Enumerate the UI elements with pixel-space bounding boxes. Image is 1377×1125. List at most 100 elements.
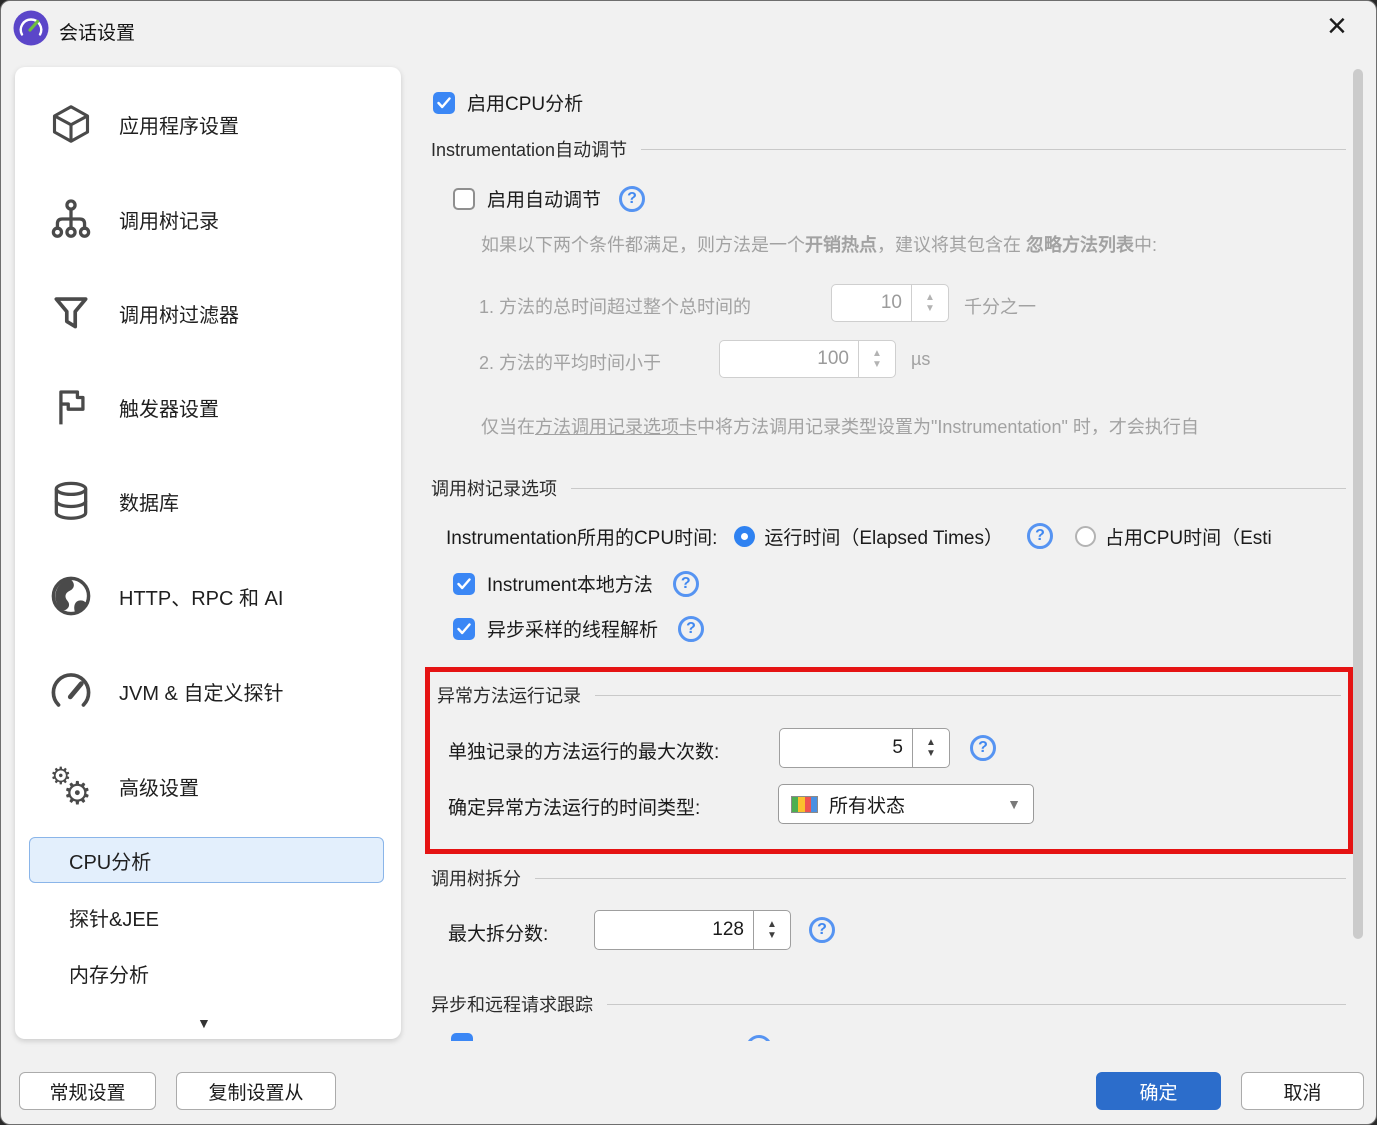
call-tree-icon: [49, 197, 93, 241]
condition1-label: 1. 方法的总时间超过整个总时间的: [479, 293, 751, 319]
sidebar-subitem-probes-jee[interactable]: 探针&JEE: [69, 903, 159, 932]
condition1-spinner: 10 ▲▼: [831, 284, 949, 322]
max-splits-label: 最大拆分数:: [448, 919, 548, 946]
help-icon[interactable]: ?: [1027, 523, 1053, 549]
instrument-native-checkbox[interactable]: [453, 573, 475, 595]
section-divider: [641, 149, 1346, 150]
help-icon[interactable]: ?: [619, 186, 645, 212]
spinner-down-icon: ▼: [925, 303, 935, 315]
async-thread-resolution-label[interactable]: 异步采样的线程解析: [487, 615, 658, 642]
enable-auto-tuning-row: 启用自动调节 ?: [453, 185, 645, 212]
dialog-title: 会话设置: [59, 18, 135, 45]
spinner-value[interactable]: 5: [780, 729, 912, 767]
section-exceptional-method-runs: 异常方法运行记录: [437, 682, 1341, 708]
section-title: 异步和远程请求跟踪: [431, 991, 593, 1017]
sidebar-item-http-rpc-ai[interactable]: HTTP、RPC 和 AI: [15, 574, 401, 618]
close-icon[interactable]: ×: [1327, 9, 1347, 43]
database-icon: [49, 479, 93, 523]
sidebar-item-application-settings[interactable]: 应用程序设置: [15, 102, 401, 146]
sidebar-item-label: JVM & 自定义探针: [119, 677, 283, 706]
cpu-time-label: Instrumentation所用的CPU时间:: [446, 523, 717, 550]
thread-states-color-icon: [791, 796, 818, 813]
sidebar-item-advanced-settings[interactable]: ⚙ ⚙ 高级设置: [15, 764, 401, 808]
sidebar-item-label: 数据库: [119, 487, 179, 516]
sidebar-item-call-tree-recording[interactable]: 调用树记录: [15, 197, 401, 241]
flag-icon: [49, 385, 93, 429]
settings-sidebar: 应用程序设置 调用树记录 调用树过滤器: [15, 67, 401, 1039]
help-icon[interactable]: ?: [970, 735, 996, 761]
condition2-spinner: 100 ▲▼: [719, 340, 896, 378]
instrument-native-label[interactable]: Instrument本地方法: [487, 570, 653, 597]
general-settings-button[interactable]: 常规设置: [19, 1072, 156, 1110]
time-type-label: 确定异常方法运行的时间类型:: [448, 793, 700, 820]
auto-tuning-description: 如果以下两个条件都满足，则方法是一个开销热点，建议将其包含在 忽略方法列表中:: [481, 231, 1157, 257]
elapsed-times-radio[interactable]: [734, 526, 755, 547]
cube-icon: [49, 102, 93, 146]
gears-icon: ⚙ ⚙: [49, 764, 93, 808]
enable-auto-tuning-label[interactable]: 启用自动调节: [487, 185, 601, 212]
section-title: 异常方法运行记录: [437, 682, 581, 708]
estimated-cpu-times-label[interactable]: 占用CPU时间（Esti: [1105, 523, 1272, 550]
enable-cpu-profiling-checkbox[interactable]: [433, 92, 455, 114]
vertical-scrollbar-thumb[interactable]: [1353, 69, 1363, 939]
spinner-value: 10: [832, 285, 911, 321]
ok-button[interactable]: 确定: [1096, 1072, 1221, 1110]
sidebar-item-trigger-settings[interactable]: 触发器设置: [15, 385, 401, 429]
cancel-button[interactable]: 取消: [1241, 1072, 1364, 1110]
sidebar-scroll-down-icon[interactable]: ▼: [197, 1015, 211, 1031]
spinner-buttons: ▲▼: [858, 341, 895, 377]
time-type-dropdown[interactable]: 所有状态 ▼: [778, 784, 1034, 824]
enable-cpu-profiling-row: 启用CPU分析: [433, 89, 583, 116]
spinner-down-icon: ▼: [872, 359, 882, 371]
async-thread-resolution-row: 异步采样的线程解析 ?: [453, 615, 704, 642]
spinner-up-icon: ▲: [767, 919, 777, 931]
spinner-up-icon: ▲: [926, 737, 936, 749]
section-call-tree-splitting: 调用树拆分: [431, 865, 1346, 891]
section-divider: [535, 878, 1346, 879]
enable-cpu-profiling-label[interactable]: 启用CPU分析: [467, 89, 583, 116]
sidebar-item-label: HTTP、RPC 和 AI: [119, 582, 283, 611]
copy-settings-from-button[interactable]: 复制设置从: [176, 1072, 336, 1110]
screen: 会话设置 × 应用程序设置 调用树记录: [0, 0, 1377, 1125]
session-settings-dialog: 会话设置 × 应用程序设置 调用树记录: [0, 0, 1377, 1125]
sidebar-subitem-cpu-profiling[interactable]: CPU分析: [69, 846, 151, 875]
sidebar-subitem-memory-profiling[interactable]: 内存分析: [69, 959, 149, 988]
help-icon[interactable]: ?: [809, 917, 835, 943]
help-icon[interactable]: ?: [673, 571, 699, 597]
spinner-buttons[interactable]: ▲▼: [912, 729, 949, 767]
max-splits-spinner[interactable]: 128 ▲▼: [594, 910, 791, 950]
spinner-value[interactable]: 128: [595, 911, 753, 949]
spinner-up-icon: ▲: [872, 348, 882, 360]
globe-icon: [49, 574, 93, 618]
sidebar-item-call-tree-filters[interactable]: 调用树过滤器: [15, 291, 401, 335]
sidebar-item-jvm-custom-probes[interactable]: JVM & 自定义探针: [15, 669, 401, 713]
section-divider: [571, 488, 1346, 489]
spinner-buttons[interactable]: ▲▼: [753, 911, 790, 949]
partial-help-icon: [746, 1035, 772, 1041]
async-thread-resolution-checkbox[interactable]: [453, 618, 475, 640]
sidebar-item-databases[interactable]: 数据库: [15, 479, 401, 523]
sidebar-item-label: 触发器设置: [119, 393, 219, 422]
time-type-value: 所有状态: [829, 791, 905, 818]
condition2-label: 2. 方法的平均时间小于: [479, 349, 661, 375]
max-recorded-runs-spinner[interactable]: 5 ▲▼: [779, 728, 950, 768]
cpu-time-radio-row: Instrumentation所用的CPU时间: 运行时间（Elapsed Ti…: [446, 522, 1377, 550]
help-icon[interactable]: ?: [678, 616, 704, 642]
enable-auto-tuning-checkbox[interactable]: [453, 188, 475, 210]
spinner-buttons: ▲▼: [911, 285, 948, 321]
spinner-up-icon: ▲: [925, 292, 935, 304]
spinner-value: 100: [720, 341, 858, 377]
instrument-native-row: Instrument本地方法 ?: [453, 570, 699, 597]
section-async-remote-tracking: 异步和远程请求跟踪: [431, 991, 1346, 1017]
method-recording-tab-link: 方法调用记录选项卡: [535, 413, 697, 439]
section-divider: [607, 1004, 1346, 1005]
section-title: 调用树拆分: [431, 865, 521, 891]
estimated-cpu-times-radio[interactable]: [1075, 526, 1096, 547]
chevron-down-icon: ▼: [1007, 796, 1021, 812]
spinner-down-icon: ▼: [926, 748, 936, 760]
app-logo-icon: [13, 10, 49, 46]
section-auto-tuning: Instrumentation自动调节: [431, 136, 1346, 162]
sidebar-item-label: 高级设置: [119, 772, 199, 801]
elapsed-times-label[interactable]: 运行时间（Elapsed Times）: [764, 523, 1003, 550]
section-title: Instrumentation自动调节: [431, 136, 627, 162]
